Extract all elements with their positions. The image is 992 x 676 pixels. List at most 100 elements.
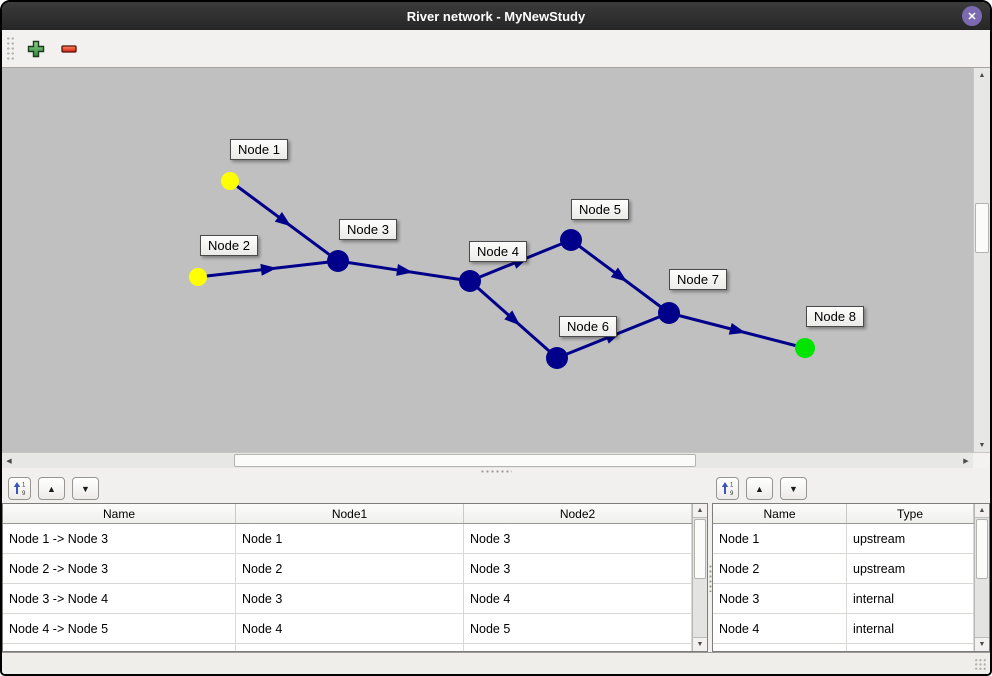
canvas-horizontal-scrollbar[interactable]: ◀ ▶ xyxy=(2,452,973,468)
scroll-down-icon[interactable]: ▼ xyxy=(974,439,990,451)
table-cell[interactable]: internal xyxy=(847,584,974,613)
table-cell[interactable] xyxy=(713,644,847,651)
graph-node-node-8[interactable] xyxy=(795,338,815,358)
table-row[interactable] xyxy=(3,644,692,651)
table-cell[interactable]: upstream xyxy=(847,524,974,553)
remove-node-button[interactable] xyxy=(57,37,81,61)
graph-edge-node-4-node-6[interactable] xyxy=(470,281,557,358)
nodes-move-up-button[interactable]: ▲ xyxy=(746,477,773,500)
graph-node-node-4[interactable] xyxy=(459,270,481,292)
table-cell[interactable] xyxy=(3,644,236,651)
links-move-down-button[interactable]: ▼ xyxy=(72,477,99,500)
table-row[interactable]: Node 3internal xyxy=(713,584,974,614)
column-header-type[interactable]: Type xyxy=(847,504,974,523)
table-cell[interactable]: Node 5 xyxy=(464,614,692,643)
canvas-vertical-scrollbar[interactable]: ▲ ▼ xyxy=(973,68,990,452)
scroll-up-icon[interactable]: ▲ xyxy=(975,504,989,518)
down-arrow-icon: ▼ xyxy=(789,484,798,494)
table-cell[interactable]: Node 2 xyxy=(713,554,847,583)
graph-edge-node-2-node-3[interactable] xyxy=(198,261,338,277)
table-cell[interactable]: Node 3 -> Node 4 xyxy=(3,584,236,613)
graph-node-node-1[interactable] xyxy=(221,172,239,190)
links-move-up-button[interactable]: ▲ xyxy=(38,477,65,500)
links-table-scrollbar[interactable]: ▲ ▼ xyxy=(692,504,707,651)
table-row[interactable]: Node 4 -> Node 5Node 4Node 5 xyxy=(3,614,692,644)
nodes-move-down-button[interactable]: ▼ xyxy=(780,477,807,500)
scroll-right-icon[interactable]: ▶ xyxy=(960,453,972,468)
table-cell[interactable] xyxy=(847,644,974,651)
vertical-scroll-thumb[interactable] xyxy=(975,203,989,253)
table-cell[interactable]: internal xyxy=(847,614,974,643)
up-arrow-icon: ▲ xyxy=(47,484,56,494)
up-arrow-icon: ▲ xyxy=(755,484,764,494)
scroll-down-icon[interactable]: ▼ xyxy=(975,637,989,651)
table-cell[interactable] xyxy=(236,644,464,651)
graph-edge-node-5-node-7[interactable] xyxy=(571,240,669,313)
table-cell[interactable]: Node 4 -> Node 5 xyxy=(3,614,236,643)
column-header-node1[interactable]: Node1 xyxy=(236,504,464,523)
nodes-table-header: NameType xyxy=(713,504,974,524)
scroll-up-icon[interactable]: ▲ xyxy=(693,504,707,518)
node-label-node-3[interactable]: Node 3 xyxy=(339,219,397,240)
graph-node-node-2[interactable] xyxy=(189,268,207,286)
network-canvas[interactable]: Node 1 Node 2 Node 3 Node 4 Node 5 Node 6 Node… xyxy=(2,68,973,452)
canvas-area: Node 1 Node 2 Node 3 Node 4 Node 5 Node 6 Node… xyxy=(2,68,990,452)
node-label-node-5[interactable]: Node 5 xyxy=(571,199,629,220)
svg-text:1: 1 xyxy=(730,483,734,489)
table-cell[interactable]: Node 3 xyxy=(464,524,692,553)
table-cell[interactable]: Node 1 xyxy=(713,524,847,553)
resize-grip-icon[interactable] xyxy=(974,658,987,671)
column-header-name[interactable]: Name xyxy=(3,504,236,523)
title-bar[interactable]: River network - MyNewStudy ✕ xyxy=(2,2,990,30)
nodes-table-scrollbar[interactable]: ▲ ▼ xyxy=(974,504,989,651)
table-row[interactable]: Node 2upstream xyxy=(713,554,974,584)
node-label-node-6[interactable]: Node 6 xyxy=(559,316,617,337)
table-cell[interactable]: Node 4 xyxy=(236,614,464,643)
svg-text:1: 1 xyxy=(22,483,26,489)
node-label-node-4[interactable]: Node 4 xyxy=(469,241,527,262)
nodes-sort-button[interactable]: 1 9 xyxy=(716,477,739,500)
column-header-node2[interactable]: Node2 xyxy=(464,504,692,523)
add-node-button[interactable] xyxy=(24,37,48,61)
graph-node-node-6[interactable] xyxy=(546,347,568,369)
table-row[interactable]: Node 1 -> Node 3Node 1Node 3 xyxy=(3,524,692,554)
table-cell[interactable]: Node 4 xyxy=(464,584,692,613)
table-cell[interactable]: upstream xyxy=(847,554,974,583)
table-row[interactable] xyxy=(713,644,974,651)
graph-edge-node-3-node-4[interactable] xyxy=(338,261,470,281)
table-cell[interactable]: Node 1 xyxy=(236,524,464,553)
table-cell[interactable]: Node 3 xyxy=(464,554,692,583)
graph-node-node-5[interactable] xyxy=(560,229,582,251)
node-label-node-2[interactable]: Node 2 xyxy=(200,235,258,256)
table-cell[interactable]: Node 1 -> Node 3 xyxy=(3,524,236,553)
status-bar xyxy=(2,652,990,674)
table-cell[interactable]: Node 3 xyxy=(236,584,464,613)
table-row[interactable]: Node 1upstream xyxy=(713,524,974,554)
table-cell[interactable] xyxy=(464,644,692,651)
links-sort-button[interactable]: 1 9 xyxy=(8,477,31,500)
links-scroll-thumb[interactable] xyxy=(694,519,706,579)
graph-node-node-7[interactable] xyxy=(658,302,680,324)
table-row[interactable]: Node 4internal xyxy=(713,614,974,644)
table-cell[interactable]: Node 2 -> Node 3 xyxy=(3,554,236,583)
links-table-header: NameNode1Node2 xyxy=(3,504,692,524)
node-label-node-7[interactable]: Node 7 xyxy=(669,269,727,290)
table-cell[interactable]: Node 4 xyxy=(713,614,847,643)
scroll-left-icon[interactable]: ◀ xyxy=(3,453,15,468)
close-button[interactable]: ✕ xyxy=(962,6,982,26)
scroll-down-icon[interactable]: ▼ xyxy=(693,637,707,651)
column-header-name[interactable]: Name xyxy=(713,504,847,523)
nodes-scroll-thumb[interactable] xyxy=(976,519,988,579)
toolbar-grip-handle[interactable] xyxy=(6,36,15,62)
node-label-node-8[interactable]: Node 8 xyxy=(806,306,864,327)
table-cell[interactable]: Node 3 xyxy=(713,584,847,613)
graph-node-node-3[interactable] xyxy=(327,250,349,272)
table-row[interactable]: Node 2 -> Node 3Node 2Node 3 xyxy=(3,554,692,584)
scroll-up-icon[interactable]: ▲ xyxy=(974,69,990,81)
table-cell[interactable]: Node 2 xyxy=(236,554,464,583)
graph-edge-node-7-node-8[interactable] xyxy=(669,313,805,348)
horizontal-scroll-thumb[interactable] xyxy=(234,454,696,467)
panel-splitter[interactable] xyxy=(2,468,990,475)
table-row[interactable]: Node 3 -> Node 4Node 3Node 4 xyxy=(3,584,692,614)
node-label-node-1[interactable]: Node 1 xyxy=(230,139,288,160)
